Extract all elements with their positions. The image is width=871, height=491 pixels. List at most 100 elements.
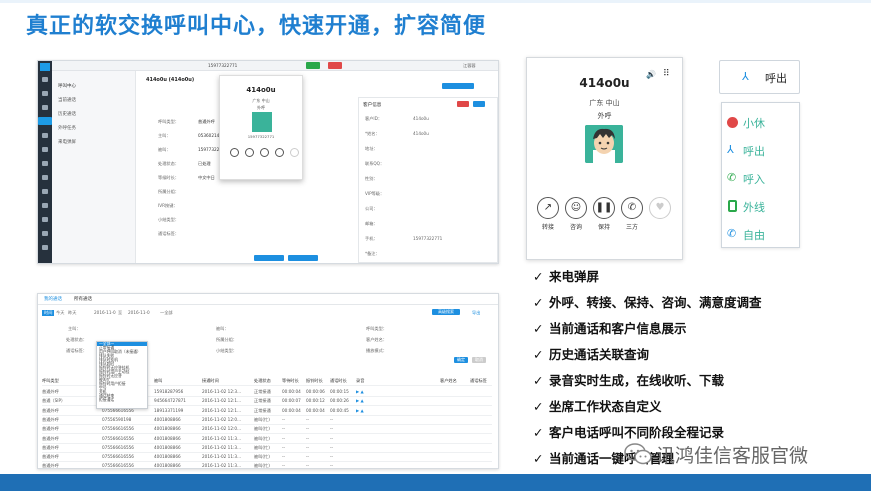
- table-cell: 00:00:04: [282, 407, 301, 413]
- table-cell: 2016-11-02 11:3...: [202, 444, 242, 450]
- status-dropdown-list: 一全部一 正常接通 用户呼叫取消（未接通） 排队失败 排队时挂机 排队超时 振铃时无应答挂机…: [96, 341, 148, 409]
- transfer-button[interactable]: ↗: [537, 197, 559, 219]
- tab-divider: [38, 304, 498, 305]
- column-header: 被叫: [154, 378, 163, 383]
- status-dropdown: 小休 ⅄ 呼出 ✆ 呼入 外线 ✆ 自由: [721, 102, 800, 248]
- filter-time[interactable]: 时间: [42, 310, 55, 316]
- table-cell: --: [306, 444, 310, 450]
- popup-consult-button[interactable]: [245, 148, 254, 157]
- table-cell[interactable]: ▶ ▲: [356, 389, 364, 394]
- popup-hold-button[interactable]: [260, 148, 269, 157]
- nav-item-current-call[interactable]: 当前通话: [58, 97, 76, 103]
- table-row[interactable]: 普通外呼 075566616556 4001808866 2016-11-02 11:…: [42, 461, 492, 469]
- break-icon: [727, 117, 738, 128]
- table-cell: --: [282, 454, 286, 460]
- sidebar-icon[interactable]: [42, 147, 48, 152]
- table-cell[interactable]: ▶ ▲: [356, 398, 364, 403]
- check-icon: ✓: [533, 373, 544, 388]
- export-button[interactable]: 导出: [472, 310, 480, 316]
- customer-field-label: VIP等级：: [365, 191, 385, 196]
- table-cell: 被叫(忙): [254, 463, 270, 469]
- nav-item-popup[interactable]: 来电弹屏: [58, 139, 76, 145]
- dropdown-option[interactable]: 拒接通话: [97, 398, 147, 402]
- advanced-search-button[interactable]: 高级搜索: [432, 309, 460, 315]
- feature-text: 客户电话呼叫不同阶段全程记录: [549, 425, 725, 440]
- slide: 真正的软交换呼叫中心，快速开通，扩容简便 15977322771 江蓉蓉 呼叫中…: [0, 0, 871, 491]
- table-cell: --: [282, 416, 286, 422]
- table-cell: 被叫(忙): [254, 444, 270, 450]
- field-label: 通话标签：: [158, 231, 179, 236]
- three-way-label: 三方: [625, 224, 638, 231]
- table-cell: 2016-11-02 12:0...: [202, 426, 242, 432]
- caller-avatar: [585, 125, 623, 163]
- popup-three-way-button[interactable]: [275, 148, 284, 157]
- agent-name: 江蓉蓉: [463, 63, 476, 68]
- free-phone-icon: ✆: [727, 227, 737, 240]
- table-cell: --: [306, 454, 310, 460]
- field-label: 处理状态：: [158, 161, 179, 166]
- sidebar-icon[interactable]: [42, 189, 48, 194]
- three-way-button[interactable]: ✆: [621, 197, 643, 219]
- date-from[interactable]: 2016-11-0: [94, 310, 116, 315]
- confirm-button[interactable]: 确定: [454, 357, 468, 363]
- period-select[interactable]: 一全部: [160, 310, 173, 316]
- sidebar-icon[interactable]: [42, 105, 48, 110]
- filter-yesterday[interactable]: 昨天: [68, 310, 76, 316]
- column-header: 通话时长: [330, 378, 347, 383]
- customer-action-button[interactable]: [442, 83, 474, 89]
- popup-heart-button[interactable]: [290, 148, 299, 157]
- feature-item: ✓ 录音实时生成，在线收听、下载: [533, 370, 724, 389]
- status-option-label: 自由: [743, 229, 765, 242]
- table-cell: 18913371199: [154, 407, 184, 413]
- table-cell: --: [330, 416, 334, 422]
- tab-all-calls[interactable]: 所有通话: [74, 296, 92, 302]
- nav-item-history[interactable]: 历史通话: [58, 111, 76, 117]
- table-cell: 00:00:04: [282, 389, 301, 394]
- sidebar-icon[interactable]: [42, 161, 48, 166]
- table-cell: 2016-11-02 11:3...: [202, 454, 242, 460]
- date-to[interactable]: 2016-11-0: [128, 310, 150, 315]
- filter-today[interactable]: 今天: [56, 310, 64, 316]
- status-selector[interactable]: ⅄ 呼出: [719, 60, 800, 94]
- customer-delete-button[interactable]: [457, 101, 469, 107]
- sidebar-icon[interactable]: [42, 175, 48, 180]
- sidebar-icon[interactable]: [42, 231, 48, 236]
- consult-button[interactable]: ☺: [565, 197, 587, 219]
- answer-button[interactable]: [306, 62, 320, 69]
- tab-my-calls[interactable]: 我的通话: [44, 296, 62, 302]
- column-header: 客户姓名: [440, 378, 457, 383]
- nav-item-outbound[interactable]: 外呼任务: [58, 125, 76, 131]
- customer-field-label: 联系QQ：: [365, 161, 385, 166]
- sidebar-icon[interactable]: [42, 91, 48, 96]
- app-icon-sidebar: [38, 61, 52, 263]
- table-cell: 4001808866: [154, 454, 181, 460]
- customer-field-label: 手机：: [365, 236, 378, 241]
- customer-field-value: 414o0u: [413, 131, 429, 136]
- customer-field-label: *备注：: [365, 251, 380, 256]
- cancel-button[interactable]: 取消: [472, 357, 486, 363]
- sidebar-icon[interactable]: [42, 203, 48, 208]
- customer-edit-button[interactable]: [473, 101, 485, 107]
- table-cell: 4001808866: [154, 463, 181, 469]
- sidebar-icon[interactable]: [42, 77, 48, 82]
- feature-item: ✓ 外呼、转接、保持、咨询、满意度调查: [533, 292, 762, 311]
- field-label: 小结类型：: [158, 217, 179, 222]
- table-cell: 945664727871: [154, 398, 186, 404]
- submit-button[interactable]: [288, 255, 318, 261]
- sidebar-icon[interactable]: [42, 217, 48, 222]
- sidebar-icon[interactable]: [42, 245, 48, 250]
- satisfaction-button[interactable]: ♥: [649, 197, 671, 219]
- sidebar-icon-phone[interactable]: [38, 117, 52, 125]
- hold-button[interactable]: ❚❚: [593, 197, 615, 219]
- sidebar-icon[interactable]: [42, 133, 48, 138]
- app-logo-icon: [40, 63, 50, 71]
- feature-text: 录音实时生成，在线收听、下载: [549, 373, 725, 388]
- hangup-button[interactable]: [328, 62, 342, 69]
- popup-transfer-button[interactable]: [230, 148, 239, 157]
- inbound-phone-icon: ✆: [727, 171, 737, 184]
- save-button[interactable]: [254, 255, 284, 261]
- outbound-status-icon: ⅄: [742, 70, 749, 83]
- table-cell[interactable]: ▶ ▲: [356, 408, 364, 413]
- table-cell: 普通外呼: [42, 444, 59, 450]
- watermark-text: 讯鸿佳信客服官微: [656, 445, 809, 467]
